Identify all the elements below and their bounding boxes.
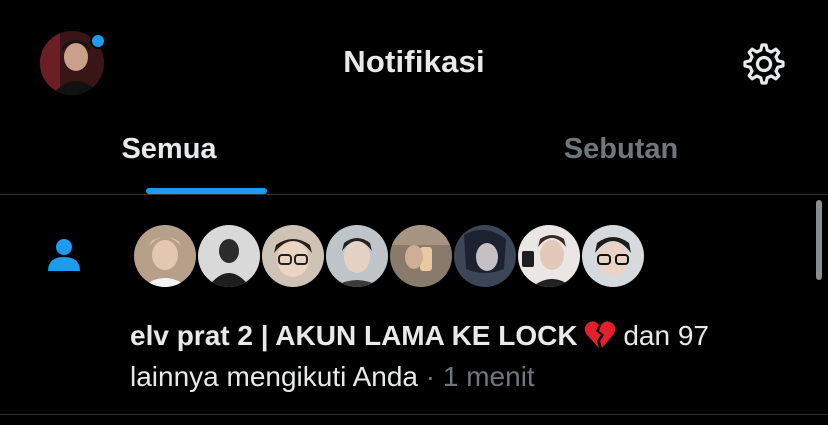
scrollbar[interactable] [816, 200, 822, 280]
broken-heart-icon [584, 320, 616, 350]
tab-bar: Semua Sebutan [0, 128, 828, 194]
follower-avatar[interactable] [452, 223, 518, 289]
follower-avatar[interactable] [260, 223, 326, 289]
action-text: lainnya mengikuti Anda [130, 361, 418, 392]
follower-avatar[interactable] [196, 223, 262, 289]
gear-icon[interactable] [742, 42, 786, 86]
follower-avatar[interactable] [516, 223, 582, 289]
follower-avatar[interactable] [580, 223, 646, 289]
tab-label: Semua [121, 133, 217, 165]
notification-text: elv prat 2 | AKUN LAMA KE LOCK dan 97 la… [130, 315, 800, 397]
page-title: Notifikasi [343, 44, 485, 79]
tab-sebutan[interactable]: Sebutan [414, 128, 828, 194]
separator-dot: · [425, 361, 436, 392]
divider [0, 414, 828, 415]
top-header: Notifikasi [0, 0, 828, 128]
follower-name[interactable]: elv prat 2 | AKUN LAMA KE LOCK [130, 320, 578, 351]
tab-semua[interactable]: Semua [0, 128, 414, 194]
person-icon [44, 235, 84, 275]
follower-avatar[interactable] [132, 223, 198, 289]
notification-item[interactable]: elv prat 2 | AKUN LAMA KE LOCK dan 97 la… [0, 195, 828, 415]
tab-label: Sebutan [563, 133, 679, 165]
timestamp: 1 menit [442, 361, 535, 392]
follower-avatar[interactable] [388, 223, 454, 289]
and-others-text: dan 97 [623, 320, 709, 351]
follower-avatar[interactable] [324, 223, 390, 289]
